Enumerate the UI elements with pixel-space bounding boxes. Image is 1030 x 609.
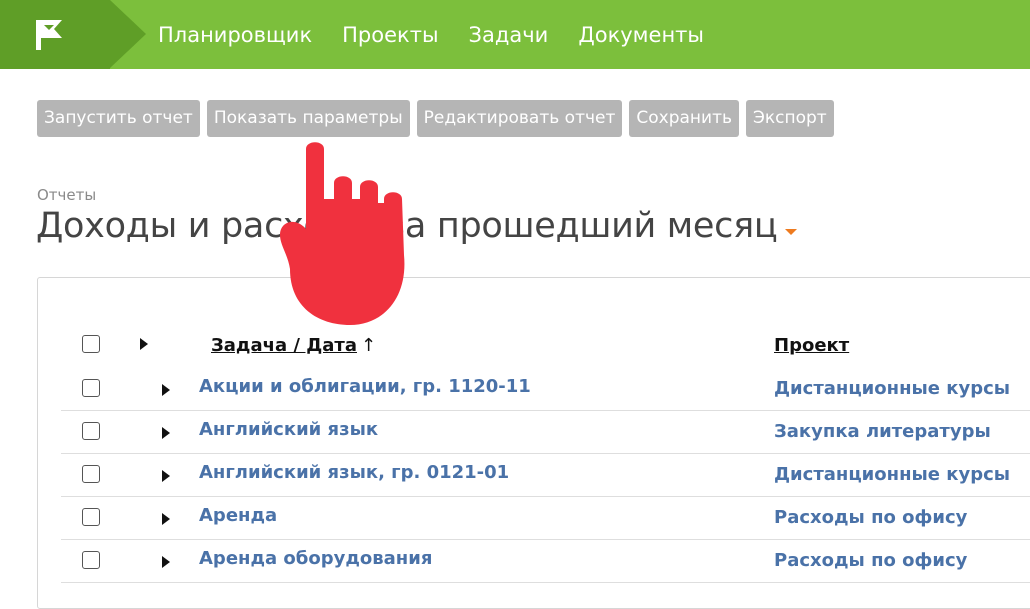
table-row: Английский язык, гр. 0121-01 Дистанционн… bbox=[61, 454, 1030, 497]
table-row: Аренда оборудования Расходы по офису bbox=[61, 540, 1030, 583]
column-header-project[interactable]: Проект bbox=[774, 335, 849, 356]
nav-projects[interactable]: Проекты bbox=[342, 23, 438, 47]
flag-logo-icon bbox=[36, 20, 62, 50]
row-expand-icon[interactable] bbox=[162, 384, 170, 396]
table-row: Акции и облигации, гр. 1120-11 Дистанцио… bbox=[61, 368, 1030, 411]
save-button[interactable]: Сохранить bbox=[629, 100, 740, 137]
export-button[interactable]: Экспорт bbox=[746, 100, 834, 137]
table-row: Аренда Расходы по офису bbox=[61, 497, 1030, 540]
row-checkbox[interactable] bbox=[82, 379, 100, 397]
project-link[interactable]: Дистанционные курсы bbox=[774, 378, 1010, 399]
nav-tasks[interactable]: Задачи bbox=[469, 23, 549, 47]
project-link[interactable]: Расходы по офису bbox=[774, 550, 967, 571]
nav-planner[interactable]: Планировщик bbox=[158, 23, 312, 47]
top-navigation-bar: Планировщик Проекты Задачи Документы bbox=[0, 0, 1030, 69]
nav-documents[interactable]: Документы bbox=[578, 23, 704, 47]
column-header-task-label: Задача / Дата bbox=[211, 335, 357, 356]
row-checkbox[interactable] bbox=[82, 422, 100, 440]
row-expand-icon[interactable] bbox=[162, 556, 170, 568]
row-expand-icon[interactable] bbox=[162, 427, 170, 439]
show-parameters-button[interactable]: Показать параметры bbox=[206, 100, 410, 137]
project-link[interactable]: Закупка литературы bbox=[774, 421, 991, 442]
logo-area[interactable] bbox=[0, 0, 110, 69]
run-report-button[interactable]: Запустить отчет bbox=[37, 100, 200, 137]
task-link[interactable]: Английский язык, гр. 0121-01 bbox=[199, 462, 509, 483]
main-nav: Планировщик Проекты Задачи Документы bbox=[158, 0, 734, 69]
row-checkbox[interactable] bbox=[82, 465, 100, 483]
row-checkbox[interactable] bbox=[82, 551, 100, 569]
row-expand-icon[interactable] bbox=[162, 513, 170, 525]
project-link[interactable]: Расходы по офису bbox=[774, 507, 967, 528]
table-header-row: Задача / Дата ↑ Проект bbox=[61, 324, 1030, 366]
pointing-hand-icon bbox=[280, 142, 405, 325]
breadcrumb[interactable]: Отчеты bbox=[37, 186, 96, 204]
report-toolbar: Запустить отчет Показать параметры Редак… bbox=[37, 100, 834, 137]
task-link[interactable]: Аренда оборудования bbox=[199, 548, 432, 569]
select-all-checkbox[interactable] bbox=[82, 335, 100, 353]
sort-ascending-icon: ↑ bbox=[361, 335, 377, 356]
task-link[interactable]: Аренда bbox=[199, 505, 277, 526]
table-row: Английский язык Закупка литературы bbox=[61, 411, 1030, 454]
project-link[interactable]: Дистанционные курсы bbox=[774, 464, 1010, 485]
row-expand-icon[interactable] bbox=[162, 470, 170, 482]
expand-all-icon[interactable] bbox=[140, 338, 148, 350]
row-checkbox[interactable] bbox=[82, 508, 100, 526]
column-header-task[interactable]: Задача / Дата ↑ bbox=[211, 335, 376, 356]
logo-arrow-shape bbox=[110, 0, 146, 68]
task-link[interactable]: Английский язык bbox=[199, 419, 378, 440]
task-link[interactable]: Акции и облигации, гр. 1120-11 bbox=[199, 376, 531, 397]
title-dropdown-caret-icon[interactable] bbox=[785, 229, 797, 235]
edit-report-button[interactable]: Редактировать отчет bbox=[416, 100, 623, 137]
